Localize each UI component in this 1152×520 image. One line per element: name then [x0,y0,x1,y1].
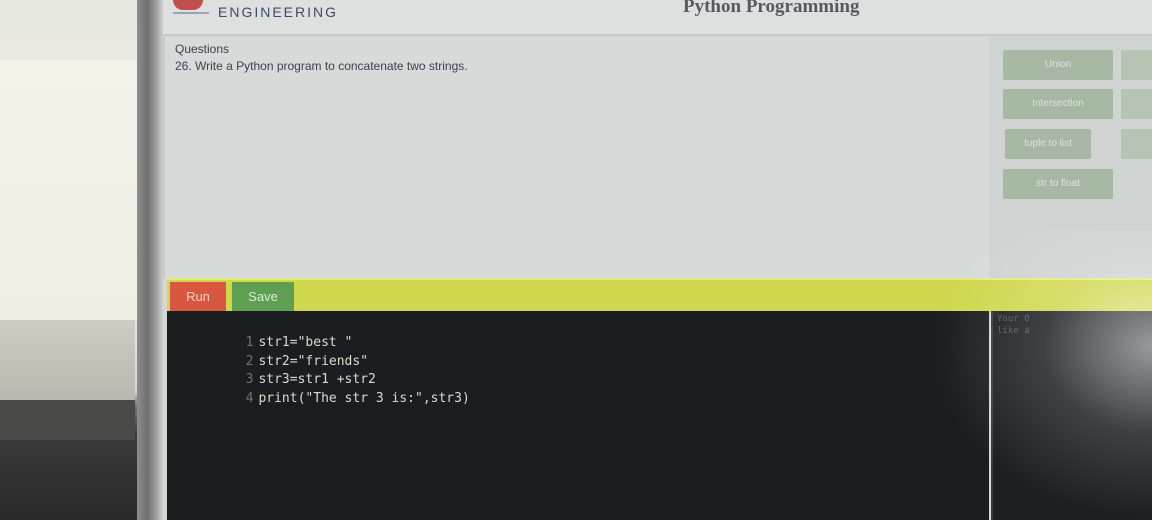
exercise-button-str-to-float[interactable]: str to float [1003,169,1113,199]
exercise-button-partial[interactable] [1121,50,1152,80]
editor-toolbar: Run Save [167,278,1152,313]
save-button[interactable]: Save [232,282,294,312]
output-placeholder: Your O like a [997,313,1030,337]
code-line: 1 str1="best " [183,316,353,350]
app-header: ENGINEERING Python Programming [163,0,1152,36]
wall-light [0,60,140,320]
monitor-bezel [137,0,163,520]
desk-edge [0,400,135,440]
output-hint-line: Your O [997,314,1030,324]
photo-frame: ENGINEERING Python Programming Questions… [0,0,1152,520]
room-wall [0,0,140,520]
question-panel: Questions 26. Write a Python program to … [163,36,989,278]
output-hint-line: like a [997,326,1030,336]
exercise-button-tuple-to-list[interactable]: tuple to list [1005,129,1091,159]
output-console: Your O like a [991,311,1152,520]
exercise-button-union[interactable]: Union [1003,50,1113,80]
code-line: 3 str3=str1 +str2 [183,353,376,387]
exercise-button-partial[interactable] [1121,89,1152,119]
logo-tagline-mark [173,12,209,14]
window-ledge [0,320,135,400]
exercise-list-panel: Union Intersection tuple to list str to … [989,36,1152,278]
run-button[interactable]: Run [170,282,226,312]
line-number: 4 [245,391,254,406]
page-title: Python Programming [683,0,860,17]
exercise-button-partial[interactable] [1121,129,1152,159]
code-line: 2 str2="friends" [183,335,368,369]
code-line: 4 print("The str 3 is:",str3) [183,372,470,406]
monitor-screen: ENGINEERING Python Programming Questions… [163,0,1152,520]
brand-name: ENGINEERING [218,4,339,20]
code-text[interactable]: print("The str 3 is:",str3) [258,391,469,406]
question-heading: Questions [175,42,230,56]
college-logo-icon [173,0,203,10]
code-editor[interactable]: 1 str1="best " 2 str2="friends" 3 str3=str1… [167,311,989,520]
question-text: 26. Write a Python program to concatenat… [175,59,468,73]
exercise-button-intersection[interactable]: Intersection [1003,89,1113,119]
